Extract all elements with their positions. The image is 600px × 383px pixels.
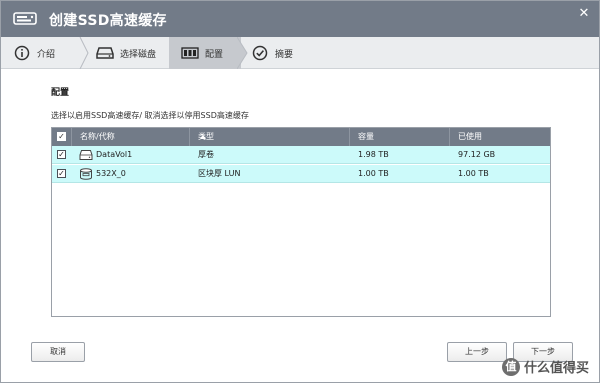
config-bars-icon [181,44,199,62]
row-capacity: 1.00 TB [358,169,389,178]
header-used[interactable]: 已使用 [450,128,550,146]
section-title: 配置 [51,88,70,98]
header-capacity[interactable]: 容量 [350,128,450,146]
watermark-logo-icon: 值 [501,357,520,376]
step-intro-label: 介绍 [37,49,56,60]
step-summary: 摘要 [251,37,331,69]
table-row[interactable]: ✓ 532X_0 区块厚 LUN 1.00 TB 1.00 TB [52,165,550,183]
step-separator [237,37,248,69]
previous-button[interactable]: 上一步 [447,342,507,362]
info-circle-icon [13,44,31,62]
row-checkbox[interactable]: ✓ [57,150,66,159]
row-used: 97.12 GB [458,150,496,159]
step-configure: 配置 [169,37,241,69]
check-circle-icon [251,44,269,62]
header-name[interactable]: 名称/代称 [72,128,206,146]
row-name: 532X_0 [96,169,126,178]
lun-icon [79,168,93,180]
row-used: 1.00 TB [458,169,489,178]
ssd-cache-icon [13,12,37,25]
header-used-label: 已使用 [458,132,482,141]
row-name: DataVol1 [96,150,133,159]
header-name-label: 名称/代称 [80,132,115,141]
step-summary-label: 摘要 [275,49,294,60]
row-checkbox[interactable]: ✓ [57,169,66,178]
watermark: 值 什么值得买 [501,357,589,376]
step-configure-label: 配置 [205,49,224,60]
step-select-disks: 选择磁盘 [96,37,168,69]
drive-icon [96,44,114,62]
wizard-steps: 介绍 选择磁盘 配置 摘要 [1,37,599,69]
row-type: 区块厚 LUN [198,169,241,178]
row-type: 厚卷 [198,150,214,159]
header-select-cell: ✓ [52,128,72,146]
header-type-label: 类型 [198,132,214,141]
cancel-button[interactable]: 取消 [31,342,85,362]
wizard-window: 创建SSD高速缓存 ✕ 介绍 选择磁盘 配置 摘要 配置 选择以启用SSD高速缓… [0,0,600,383]
volume-icon [79,149,93,161]
header-type[interactable]: 类型 [190,128,350,146]
table-row[interactable]: ✓ DataVol1 厚卷 1.98 TB 97.12 GB [52,146,550,164]
table-header: ✓ 名称/代称 类型 容量 已使用 [52,128,550,146]
title-bar: 创建SSD高速缓存 ✕ [1,1,599,37]
row-capacity: 1.98 TB [358,150,389,159]
instruction-text: 选择以启用SSD高速缓存/ 取消选择以停用SSD高速缓存 [51,111,249,120]
watermark-text: 什么值得买 [523,361,589,376]
window-title: 创建SSD高速缓存 [49,13,167,29]
header-capacity-label: 容量 [358,132,374,141]
close-icon[interactable]: ✕ [577,7,591,21]
volume-table: ✓ 名称/代称 类型 容量 已使用 ✓ DataVol1 厚卷 1.98 TB … [51,127,551,317]
step-select-disks-label: 选择磁盘 [120,49,157,60]
select-all-checkbox[interactable]: ✓ [57,132,66,141]
step-separator [79,37,89,69]
